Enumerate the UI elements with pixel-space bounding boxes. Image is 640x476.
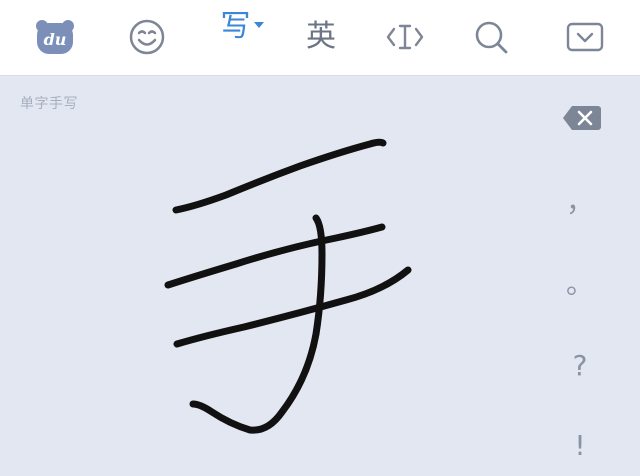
period-key[interactable]: 。 xyxy=(560,270,600,298)
comma-key[interactable]: ， xyxy=(560,188,600,216)
backspace-icon xyxy=(563,106,601,130)
question-key[interactable]: ? xyxy=(560,352,600,380)
handwritten-strokes xyxy=(164,138,412,434)
backspace-button[interactable] xyxy=(562,104,602,132)
exclaim-key[interactable]: ! xyxy=(560,432,600,460)
